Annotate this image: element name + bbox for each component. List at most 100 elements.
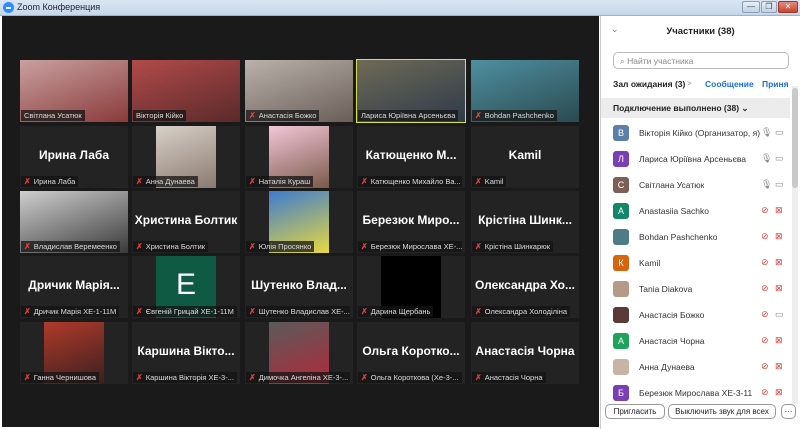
participant-row[interactable]: A Anastasiia Sachko ⊘ ⊠ [613,201,791,221]
mic-muted-icon: ✗ [136,307,143,316]
participant-row[interactable]: В Вікторія Кійко (Организатор, я) 🎙︎ ▭ [613,123,791,143]
camera-off-icon[interactable]: ⊠ [775,387,783,398]
video-tile[interactable]: Анастасія Чорна ✗ Анастасія Чорна [471,322,579,384]
video-tile[interactable]: ✗ Наталія Кураш [245,126,353,188]
camera-icon[interactable]: ▭ [775,179,784,190]
microphone-icon[interactable]: 🎙︎ [761,179,772,190]
video-tile[interactable]: Каршина Вікто... ✗ Каршина Вікторія ХЕ-3-.… [132,322,240,384]
video-tile[interactable]: Катющенко М... ✗ Катющенко Михайло Ва... [357,126,465,188]
camera-icon[interactable]: ▭ [775,127,784,138]
video-tile[interactable]: Лариса Юріївна Арсеньєва [356,59,466,123]
camera-off-icon[interactable]: ⊠ [775,361,783,372]
participant-row[interactable]: Анастасія Божко ⊘ ▭ [613,305,791,325]
participant-name: Anastasiia Sachko [639,206,709,216]
participant-name: Світлана Усатюк [639,180,705,190]
participant-name: Анастасія Божко [258,111,317,120]
camera-icon[interactable]: ▭ [775,309,784,320]
video-tile[interactable]: ✗ Димочка Ангеліна ХЕ-3-... [245,322,353,384]
mic-muted-icon: ✗ [249,177,256,186]
participant-name: Шутенко Владислав ХЕ-... [258,307,350,316]
participant-row[interactable]: Л Лариса Юріївна Арсеньєва 🎙︎ ▭ [613,149,791,169]
microphone-muted-icon[interactable]: ⊘ [761,309,769,320]
name-label: ✗ Дарина Щербань [358,306,434,317]
display-name: Ирина Лаба [38,148,110,162]
participant-name: Анна Дунаева [639,362,695,372]
video-tile[interactable]: ✗ Анна Дунаева [132,126,240,188]
avatar: Л [613,151,629,167]
invite-button[interactable]: Пригласить [605,404,665,419]
video-tile[interactable]: Світлана Усатюк [20,60,128,122]
video-tile[interactable]: Шутенко Влад... ✗ Шутенко Владислав ХЕ-... [245,256,353,318]
name-label: ✗ Ирина Лаба [21,176,79,187]
display-name: Kamil [508,148,542,162]
microphone-muted-icon[interactable]: ⊘ [761,387,769,398]
participants-panel: ⌄ Участники (38) ⌕ Найти участника Зал о… [600,16,800,429]
participant-row[interactable]: Анна Дунаева ⊘ ⊠ [613,357,791,377]
title-bar: Zoom Конференция — ❐ ✕ [0,0,800,16]
camera-off-icon[interactable]: ⊠ [775,283,783,294]
participant-search-input[interactable]: ⌕ Найти участника [613,52,789,69]
avatar [613,229,629,245]
video-tile[interactable]: Вікторія Кійко [132,60,240,122]
camera-off-icon[interactable]: ⊠ [775,205,783,216]
video-tile[interactable]: Ирина Лаба ✗ Ирина Лаба [20,126,128,188]
microphone-muted-icon[interactable]: ⊘ [761,361,769,372]
waiting-room-toggle[interactable]: Зал ожидания (3) [613,79,685,89]
participant-row[interactable]: Б Березюк Мирослава ХЕ-3-11 ⊘ ⊠ [613,383,791,403]
video-tile[interactable]: ✗ Владислав Веремеенко [20,191,128,253]
video-tile[interactable]: Дричик Марія... ✗ Дричик Марія ХЕ-1-11М [20,256,128,318]
microphone-icon[interactable]: 🎙︎ [761,153,772,164]
mic-muted-icon: ✗ [249,111,256,120]
mic-muted-icon: ✗ [249,307,256,316]
camera-off-icon[interactable]: ⊠ [775,231,783,242]
video-tile[interactable]: Березюк Миро... ✗ Березюк Мирослава ХЕ-... [357,191,465,253]
microphone-muted-icon[interactable]: ⊘ [761,231,769,242]
participant-row[interactable]: К Kamil ⊘ ⊠ [613,253,791,273]
connected-group-header[interactable]: Подключение выполнено (38) ⌄ [601,98,790,118]
participant-row[interactable]: С Світлана Усатюк 🎙︎ ▭ [613,175,791,195]
microphone-muted-icon[interactable]: ⊘ [761,335,769,346]
video-tile[interactable]: Христина Болтик ✗ Христина Болтик [132,191,240,253]
mute-all-button[interactable]: Выключить звук для всех [668,404,776,419]
participant-name: Лариса Юріївна Арсеньєва [361,111,456,120]
video-tile[interactable]: Олександра Хо... ✗ Олександра Холоділіна [471,256,579,318]
name-label: ✗ Каршина Вікторія ХЕ-3-... [133,372,237,383]
participant-name: Дричик Марія ХЕ-1-11М [33,307,117,316]
mic-muted-icon: ✗ [361,373,368,382]
video-tile[interactable]: ✗ Ганна Чернишова [20,322,128,384]
participant-name: Анна Дунаева [145,177,195,186]
microphone-icon[interactable]: 🎙︎ [761,127,772,138]
participant-row[interactable]: A Анастасія Чорна ⊘ ⊠ [613,331,791,351]
participant-row[interactable]: Bohdan Pashchenko ⊘ ⊠ [613,227,791,247]
video-tile[interactable]: E ✗ Євгеній Грицай ХЕ-1-11М [132,256,240,318]
video-tile[interactable]: Kamil ✗ Kamil [471,126,579,188]
video-tile[interactable]: ✗ Bohdan Pashchenko [471,60,579,122]
mic-muted-icon: ✗ [475,307,482,316]
camera-off-icon[interactable]: ⊠ [775,335,783,346]
participant-name: Bohdan Pashchenko [639,232,718,242]
video-tile[interactable]: ✗ Дарина Щербань [357,256,465,318]
video-tile[interactable]: ✗ Юлія Просянко [245,191,353,253]
microphone-muted-icon[interactable]: ⊘ [761,283,769,294]
more-options-button[interactable]: ··· [781,404,796,419]
microphone-muted-icon[interactable]: ⊘ [761,205,769,216]
microphone-muted-icon[interactable]: ⊘ [761,257,769,268]
display-name: Катющенко М... [365,148,457,162]
video-tile[interactable]: Крістіна Шинк... ✗ Крістіна Шинкарюк [471,191,579,253]
mic-muted-icon: ✗ [475,111,482,120]
video-tile[interactable]: ✗ Анастасія Божко [245,60,353,122]
close-button[interactable]: ✕ [778,1,798,13]
message-link[interactable]: Сообщение [705,79,754,89]
camera-off-icon[interactable]: ⊠ [775,257,783,268]
display-name: Христина Болтик [134,213,238,227]
participant-name: Олександра Холоділіна [484,307,568,316]
mic-muted-icon: ✗ [136,242,143,251]
restore-button[interactable]: ❐ [761,1,777,13]
participant-list-scrollbar[interactable] [792,86,798,404]
video-tile[interactable]: Ольга Коротко... ✗ Ольга Короткова (Хе-3-.… [357,322,465,384]
camera-icon[interactable]: ▭ [775,153,784,164]
admit-link[interactable]: Приня [762,79,789,89]
name-label: ✗ Олександра Холоділіна [472,306,571,317]
participant-row[interactable]: Tania Diakova ⊘ ⊠ [613,279,791,299]
minimize-button[interactable]: — [742,1,760,13]
